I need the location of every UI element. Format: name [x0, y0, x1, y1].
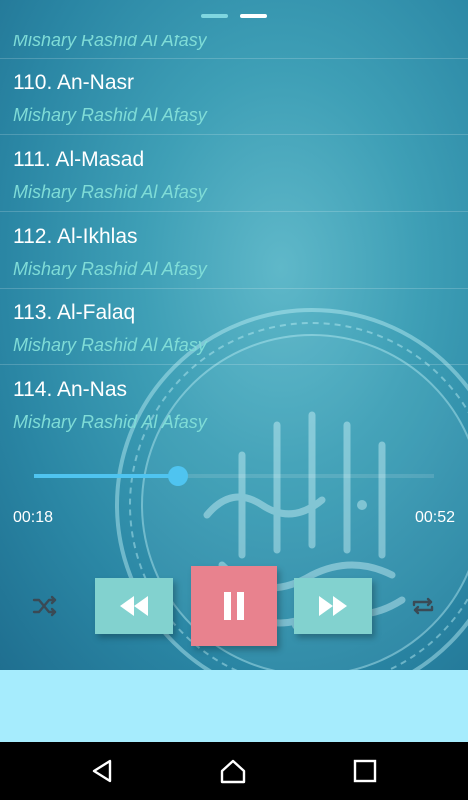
reciter-name: Mishary Rashid Al Afasy	[13, 259, 207, 279]
reciter-name: Mishary Rashid Al Afasy	[13, 412, 207, 432]
seek-bar-progress	[34, 474, 178, 478]
seek-bar[interactable]	[34, 466, 434, 486]
reciter-name: Mishary Rashid Al Afasy	[13, 335, 207, 355]
seek-bar-thumb[interactable]	[168, 466, 188, 486]
page-indicator-dot-1[interactable]	[201, 14, 228, 18]
home-icon[interactable]	[218, 756, 248, 786]
list-item[interactable]: 110. An-Nasr Mishary Rashid Al Afasy	[0, 59, 468, 135]
page-indicator	[0, 14, 468, 20]
shuffle-icon[interactable]	[32, 594, 58, 618]
reciter-name: Mishary Rashid Al Afasy	[13, 182, 207, 202]
pause-button[interactable]	[191, 566, 277, 646]
page-indicator-dot-2-active[interactable]	[240, 14, 267, 18]
list-divider	[0, 134, 468, 135]
next-button[interactable]	[294, 578, 372, 634]
system-navigation-bar	[0, 742, 468, 800]
list-divider	[0, 364, 468, 365]
surah-title: 111. Al-Masad	[13, 148, 145, 171]
reciter-name: Mishary Rashid Al Afasy	[13, 105, 207, 125]
ad-banner[interactable]	[0, 670, 468, 742]
recent-apps-icon[interactable]	[350, 756, 380, 786]
player-screen: Mishary Rashid Al Afasy 110. An-Nasr Mis…	[0, 0, 468, 670]
current-time: 00:18	[13, 509, 54, 526]
fast-forward-icon	[319, 596, 347, 616]
rewind-icon	[120, 596, 148, 616]
surah-title: 112. Al-Ikhlas	[13, 225, 138, 248]
back-icon[interactable]	[88, 756, 118, 786]
surah-title: 114. An-Nas	[13, 378, 128, 401]
list-item[interactable]: 114. An-Nas Mishary Rashid Al Afasy	[0, 366, 468, 442]
surah-title: 113. Al-Falaq	[13, 301, 136, 324]
repeat-icon[interactable]	[410, 594, 436, 618]
list-item[interactable]: 111. Al-Masad Mishary Rashid Al Afasy	[0, 136, 468, 212]
previous-button[interactable]	[95, 578, 173, 634]
pause-icon	[224, 592, 244, 620]
list-divider	[0, 211, 468, 212]
total-time: 00:52	[414, 509, 455, 526]
list-item[interactable]: 113. Al-Falaq Mishary Rashid Al Afasy	[0, 289, 468, 365]
surah-title: 110. An-Nasr	[13, 71, 135, 94]
list-item-reciter-partial: Mishary Rashid Al Afasy	[13, 30, 207, 50]
list-item[interactable]: 112. Al-Ikhlas Mishary Rashid Al Afasy	[0, 213, 468, 289]
